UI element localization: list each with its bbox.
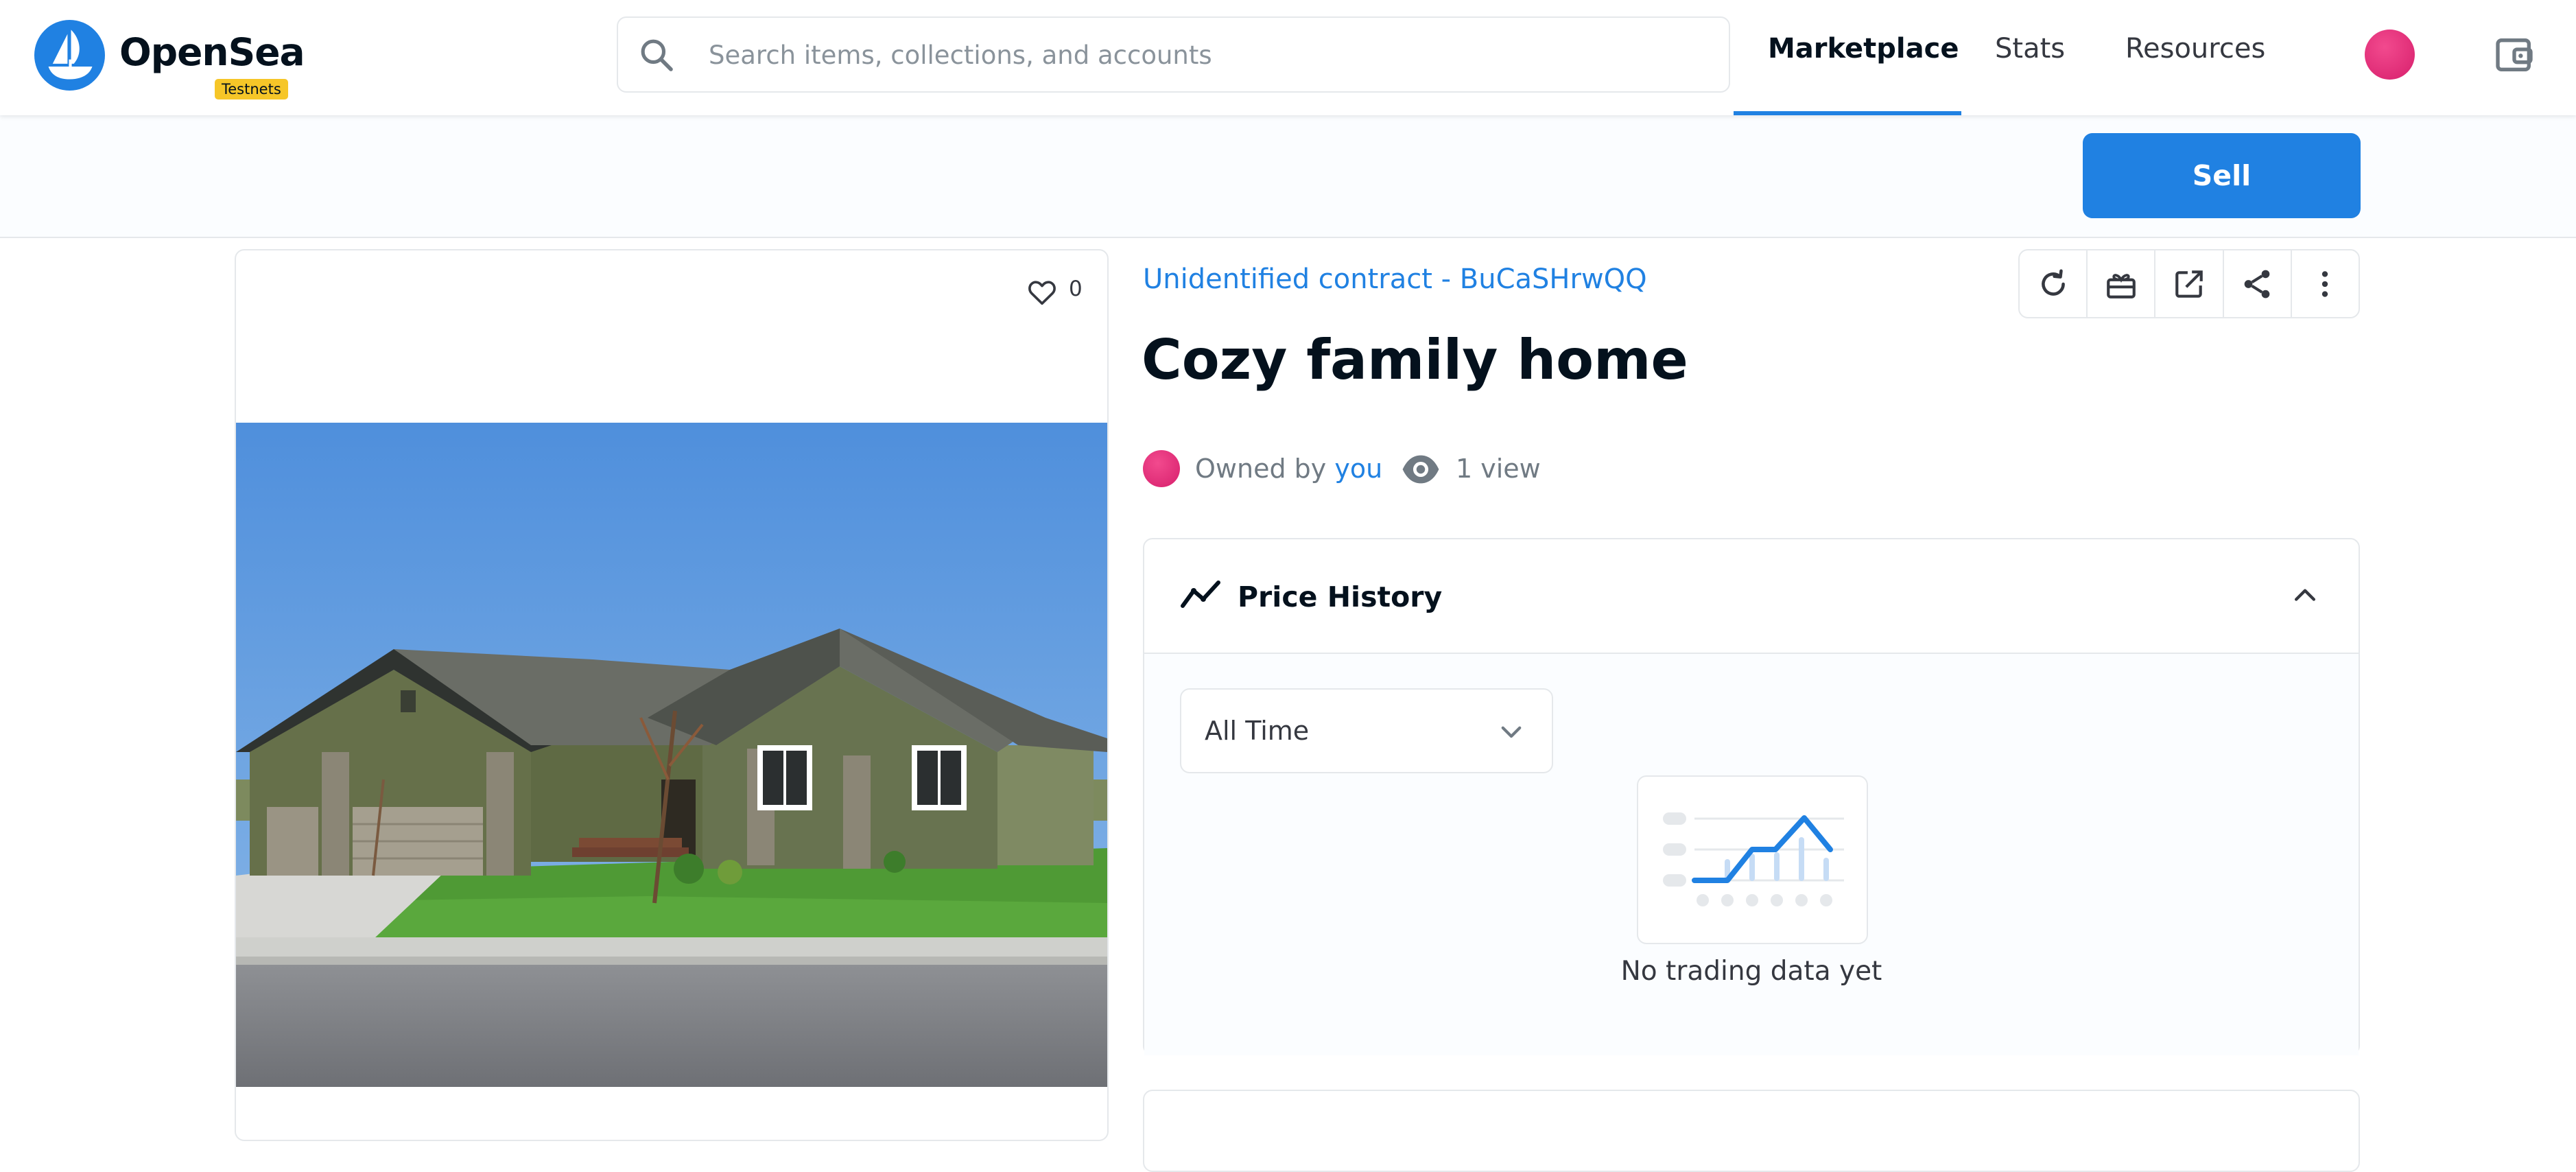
no-trading-data-text: No trading data yet bbox=[1620, 956, 1882, 987]
nav-marketplace[interactable]: Marketplace bbox=[1768, 33, 1959, 65]
search-icon bbox=[641, 39, 673, 71]
share-icon bbox=[2244, 270, 2270, 298]
more-options-button[interactable] bbox=[2292, 250, 2359, 317]
owner-line: Owned by you bbox=[1195, 454, 1382, 484]
search-input[interactable] bbox=[707, 18, 1705, 93]
owner-link[interactable]: you bbox=[1334, 454, 1382, 484]
wallet-icon[interactable] bbox=[2492, 33, 2536, 77]
refresh-icon bbox=[2041, 269, 2065, 296]
open-external-button[interactable] bbox=[2155, 250, 2224, 317]
refresh-button[interactable] bbox=[2020, 250, 2088, 317]
testnets-badge: Testnets bbox=[215, 79, 288, 99]
share-button[interactable] bbox=[2224, 250, 2292, 317]
nav-stats[interactable]: Stats bbox=[1995, 33, 2065, 65]
search-bar[interactable] bbox=[617, 16, 1730, 93]
item-media-card: 0 bbox=[235, 249, 1109, 1141]
top-header: OpenSea Testnets Marketplace Stats Resou… bbox=[0, 0, 2576, 115]
trending-icon bbox=[1181, 581, 1220, 608]
heart-icon[interactable] bbox=[1026, 277, 1058, 308]
price-history-panel: Price History All Time No trading data y… bbox=[1143, 538, 2360, 1055]
collection-link[interactable]: Unidentified contract - BuCaSHrwQQ bbox=[1143, 263, 1647, 295]
price-history-body: All Time No trading data yet bbox=[1144, 654, 2359, 1055]
chevron-down-icon bbox=[1501, 726, 1522, 738]
opensea-logo-icon[interactable] bbox=[34, 20, 105, 91]
nav-resources[interactable]: Resources bbox=[2125, 33, 2265, 65]
price-history-header[interactable]: Price History bbox=[1144, 539, 2359, 654]
view-count: 1 view bbox=[1456, 454, 1541, 484]
favorite-count: 0 bbox=[1069, 277, 1083, 301]
owner-avatar[interactable] bbox=[1143, 450, 1180, 487]
time-range-value: All Time bbox=[1205, 716, 1310, 746]
avatar[interactable] bbox=[2365, 30, 2415, 80]
transfer-button[interactable] bbox=[2088, 250, 2156, 317]
owned-by-label: Owned by bbox=[1195, 454, 1327, 484]
item-title: Cozy family home bbox=[1142, 328, 1688, 392]
transfer-icon bbox=[2106, 273, 2136, 298]
item-image[interactable] bbox=[236, 423, 1107, 1087]
active-nav-indicator bbox=[1734, 111, 1961, 115]
action-bar: Sell bbox=[0, 115, 2576, 238]
sell-button[interactable]: Sell bbox=[2083, 133, 2361, 218]
more-icon bbox=[2322, 270, 2328, 297]
time-range-select[interactable]: All Time bbox=[1180, 688, 1553, 773]
chart-placeholder-icon bbox=[1663, 812, 1844, 906]
eye-icon bbox=[1402, 455, 1439, 484]
price-history-title: Price History bbox=[1238, 581, 1443, 613]
chevron-up-icon[interactable] bbox=[2290, 581, 2320, 611]
empty-chart-illustration bbox=[1637, 775, 1868, 944]
logo-text[interactable]: OpenSea bbox=[119, 30, 305, 74]
item-toolbar bbox=[2018, 249, 2360, 318]
next-panel bbox=[1143, 1090, 2360, 1172]
external-link-icon bbox=[2175, 270, 2203, 298]
